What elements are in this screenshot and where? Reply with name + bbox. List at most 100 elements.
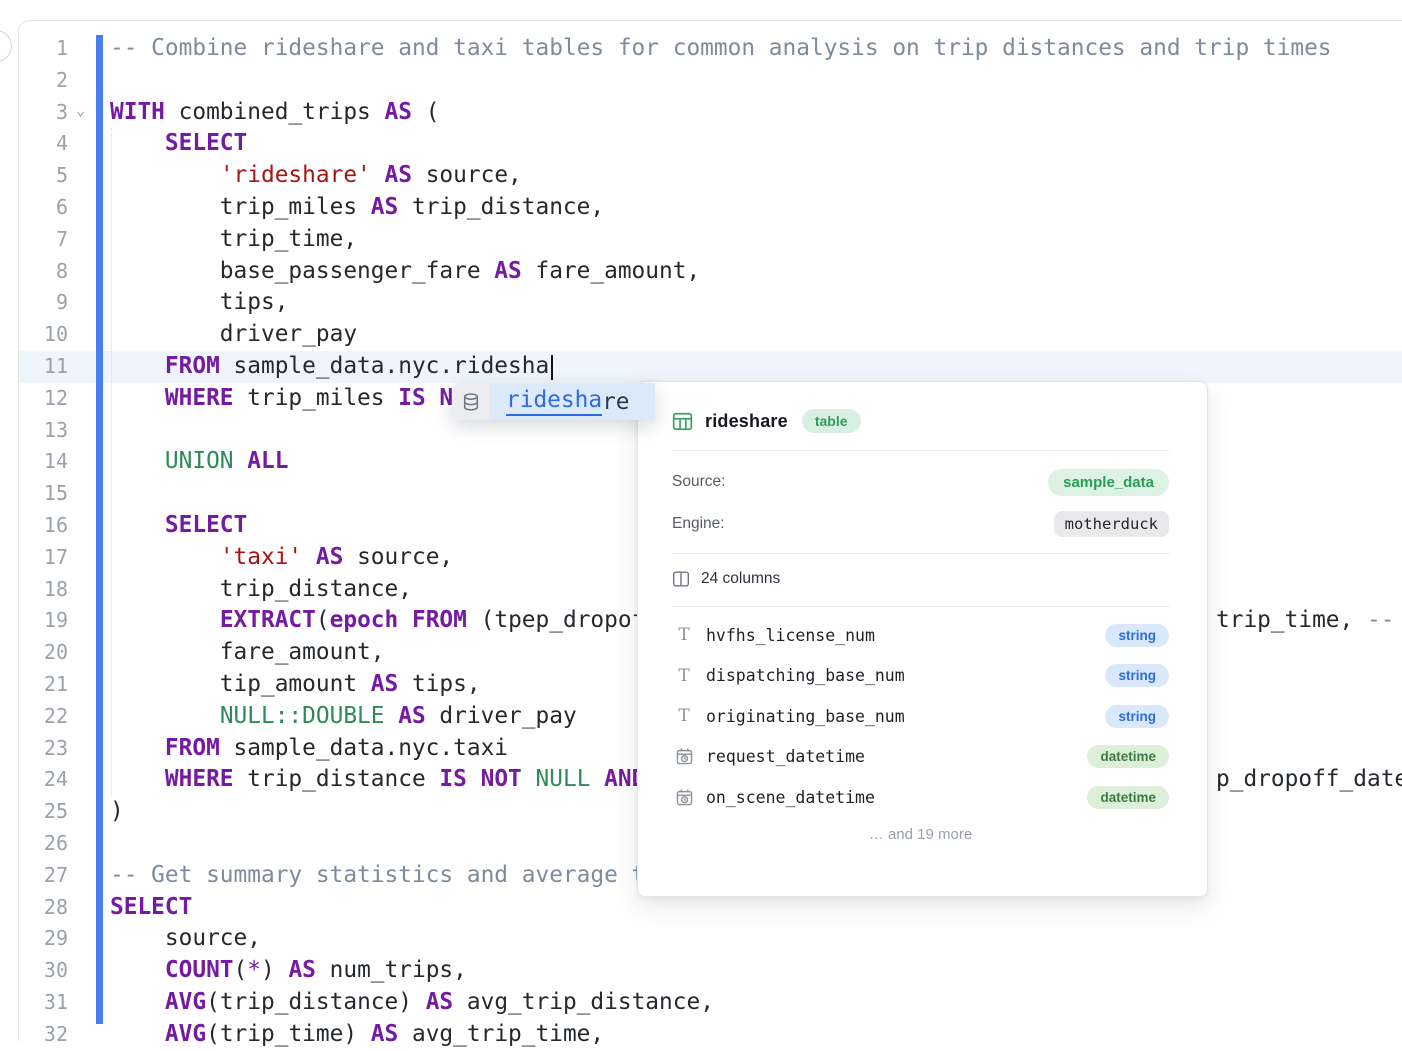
fold-chevron-icon[interactable]: ⌄ (76, 95, 85, 127)
code-line-text: trip_distance, (110, 574, 412, 606)
datetime-column-icon (672, 788, 696, 807)
code-token (110, 989, 165, 1015)
line-number: 24 (24, 764, 68, 796)
code-token: UNION (165, 448, 234, 474)
table-type-badge: table (802, 409, 861, 433)
code-token: avg_trip_time, (398, 1021, 604, 1047)
line-number: 4 (24, 128, 68, 160)
line-number: 21 (24, 669, 68, 701)
line-number: 31 (24, 987, 68, 1019)
line-number: 22 (24, 701, 68, 733)
code-line[interactable]: 4 SELECT (0, 128, 1402, 160)
code-token (110, 766, 165, 792)
code-token: trip_time, (110, 226, 357, 252)
code-line-text: tip_amount AS tips, (110, 669, 481, 701)
columns-count-label: 24 columns (701, 570, 780, 588)
code-token: AS (398, 703, 425, 729)
table-info-popup: rideshare table Source: sample_data Engi… (637, 381, 1208, 897)
line-number: 5 (24, 160, 68, 192)
line-number: 8 (24, 256, 68, 288)
code-token: WHERE (165, 385, 234, 411)
code-token: base_passenger_fare (110, 258, 494, 284)
line-number: 25 (24, 796, 68, 828)
line-number: 1 (24, 33, 68, 65)
code-token: AS (426, 989, 453, 1015)
code-line[interactable]: 8 base_passenger_fare AS fare_amount, (0, 256, 1402, 288)
line-number: 10 (24, 319, 68, 351)
column-row: on_scene_datetimedatetime (672, 777, 1169, 818)
code-token: SELECT (165, 130, 247, 156)
code-token (110, 385, 165, 411)
code-line[interactable]: 7 trip_time, (0, 224, 1402, 256)
code-token (110, 448, 165, 474)
code-token: sample_data.nyc.ridesha (220, 353, 549, 379)
code-token: (trip_distance) (206, 989, 426, 1015)
column-name: request_datetime (706, 747, 865, 766)
code-line[interactable]: 5 'rideshare' AS source, (0, 160, 1402, 192)
line-number: 2 (24, 65, 68, 97)
code-token (426, 385, 440, 411)
code-token: tips, (398, 671, 480, 697)
code-token: FROM (165, 735, 220, 761)
columns-count-row: 24 columns (672, 566, 1169, 592)
code-line[interactable]: 29 source, (0, 923, 1402, 955)
divider (672, 553, 1169, 554)
code-token: EXTRACT (220, 607, 316, 633)
code-token: ( (316, 607, 330, 633)
code-token (234, 448, 248, 474)
engine-value-badge: motherduck (1054, 511, 1169, 537)
code-line[interactable]: 31 AVG(trip_distance) AS avg_trip_distan… (0, 987, 1402, 1019)
database-icon (452, 383, 489, 420)
code-token: NULL (536, 766, 591, 792)
code-line-text: source, (110, 923, 261, 955)
code-token: epoch (330, 607, 399, 633)
code-token: source, (343, 544, 453, 570)
code-token (110, 957, 165, 983)
column-type-badge: datetime (1087, 745, 1169, 768)
code-token: trip_time, (1216, 607, 1367, 633)
code-token: ) (110, 798, 124, 824)
text-column-icon: T (672, 666, 696, 686)
line-number: 13 (24, 415, 68, 447)
code-token: trip_distance, (110, 576, 412, 602)
code-token (385, 703, 399, 729)
line-number: 7 (24, 224, 68, 256)
autocomplete-item-rideshare[interactable]: rideshare (452, 383, 655, 420)
code-token (110, 1021, 165, 1047)
code-line[interactable]: 10 driver_pay (0, 319, 1402, 351)
code-token (110, 130, 165, 156)
divider (672, 606, 1169, 607)
code-line[interactable]: 3⌄WITH combined_trips AS ( (0, 97, 1402, 129)
code-token: NOT (481, 766, 522, 792)
code-token (590, 766, 604, 792)
code-token: FROM (165, 353, 220, 379)
code-token: (trip_time) (206, 1021, 371, 1047)
code-line[interactable]: 1-- Combine rideshare and taxi tables fo… (0, 33, 1402, 65)
text-cursor (551, 355, 553, 380)
code-line-fragment: trip_time, -- (1216, 605, 1394, 637)
table-icon (672, 411, 693, 432)
source-value-badge: sample_data (1048, 469, 1169, 496)
code-line[interactable]: 9 tips, (0, 287, 1402, 319)
engine-label: Engine: (672, 515, 725, 533)
code-line-text: tips, (110, 287, 288, 319)
code-token: trip_distance (234, 766, 440, 792)
code-line-text: WITH combined_trips AS ( (110, 97, 439, 129)
code-token: FROM (412, 607, 467, 633)
code-token (110, 544, 220, 570)
code-token (110, 512, 165, 538)
code-token: AS (385, 99, 412, 125)
code-line-text: fare_amount, (110, 637, 385, 669)
code-line[interactable]: 30 COUNT(*) AS num_trips, (0, 955, 1402, 987)
code-token: p_dropoff_datet (1216, 766, 1402, 792)
line-number: 11 (24, 351, 68, 383)
line-number: 28 (24, 892, 68, 924)
code-line[interactable]: 2 (0, 65, 1402, 97)
code-token (110, 353, 165, 379)
code-line[interactable]: 11 FROM sample_data.nyc.ridesha (0, 351, 1402, 383)
code-line[interactable]: 6 trip_miles AS trip_distance, (0, 192, 1402, 224)
code-token: fare_amount, (110, 639, 385, 665)
code-line-text: FROM sample_data.nyc.ridesha (110, 351, 549, 383)
code-token (371, 162, 385, 188)
code-line-text: SELECT (110, 510, 247, 542)
